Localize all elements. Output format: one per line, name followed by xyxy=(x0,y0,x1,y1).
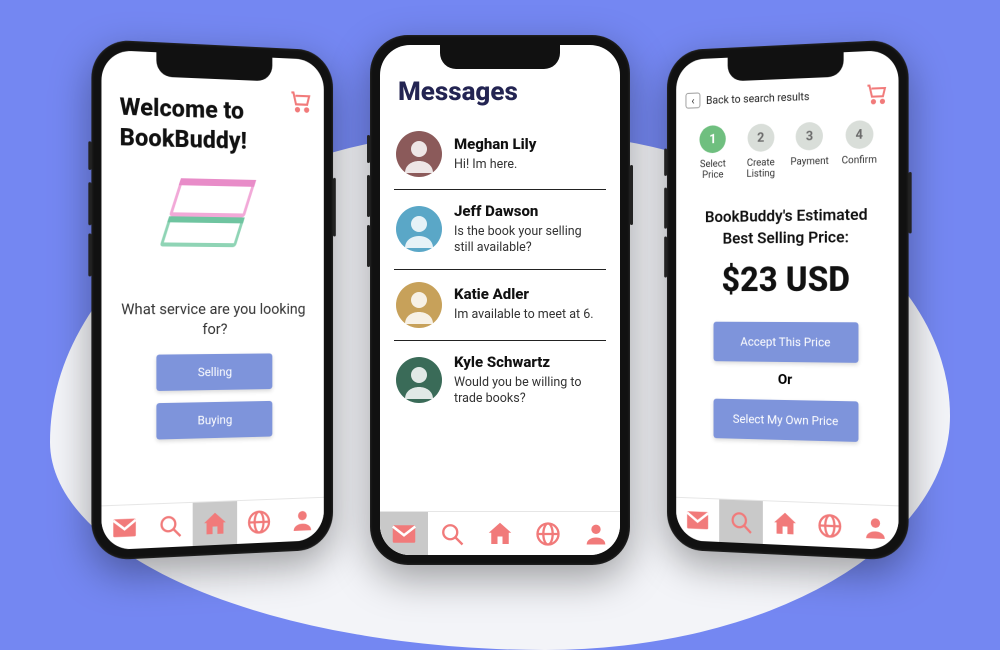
message-thread[interactable]: Meghan Lily Hi! Im here. xyxy=(394,119,606,190)
phone-welcome: Welcome to BookBuddy! xyxy=(91,39,333,561)
avatar xyxy=(396,206,442,252)
thread-preview: Hi! Im here. xyxy=(454,157,536,173)
step-dot: 3 xyxy=(796,122,823,151)
nav-mail[interactable] xyxy=(101,505,147,551)
person-icon xyxy=(582,520,610,548)
nav-home[interactable] xyxy=(763,501,807,546)
price-headline: BookBuddy's Estimated Best Selling Price… xyxy=(697,203,877,250)
thread-name: Kyle Schwartz xyxy=(454,353,604,371)
cart-icon[interactable] xyxy=(288,88,312,115)
step-dot: 2 xyxy=(747,123,774,152)
selling-button[interactable]: Selling xyxy=(156,353,272,391)
nav-search[interactable] xyxy=(719,499,763,544)
avatar xyxy=(396,357,442,403)
step-1[interactable]: 1 Select Price xyxy=(690,125,735,182)
nav-search[interactable] xyxy=(428,512,476,555)
home-icon xyxy=(485,519,515,549)
nav-home[interactable] xyxy=(476,512,524,555)
buying-button[interactable]: Buying xyxy=(156,400,272,439)
step-label: Payment xyxy=(786,156,833,168)
step-label: Select Price xyxy=(690,158,735,181)
bottom-nav xyxy=(101,497,323,551)
nav-person[interactable] xyxy=(572,512,620,555)
step-dot: 4 xyxy=(845,120,873,149)
thread-name: Meghan Lily xyxy=(454,135,536,153)
nav-person[interactable] xyxy=(281,498,324,542)
thread-name: Katie Adler xyxy=(454,285,594,303)
step-dot: 1 xyxy=(700,125,726,153)
messages-list: Meghan Lily Hi! Im here. Jeff Dawson Is … xyxy=(394,119,606,419)
step-4[interactable]: 4 Confirm xyxy=(835,120,883,178)
back-label: Back to search results xyxy=(706,90,809,107)
globe-icon xyxy=(534,520,562,548)
message-thread[interactable]: Kyle Schwartz Would you be willing to tr… xyxy=(394,341,606,420)
nav-mail[interactable] xyxy=(676,498,719,542)
phone-messages: Messages Meghan Lily Hi! Im here. Jeff D… xyxy=(370,35,630,565)
phone-price: ‹ Back to search results 1 Select Price 2 C… xyxy=(667,39,909,561)
search-icon xyxy=(728,507,755,536)
step-3[interactable]: 3 Payment xyxy=(786,121,833,179)
step-label: Confirm xyxy=(835,154,883,166)
chevron-left-icon: ‹ xyxy=(685,92,700,108)
nav-globe[interactable] xyxy=(524,512,572,555)
messages-title: Messages xyxy=(398,77,606,107)
back-link[interactable]: ‹ Back to search results xyxy=(685,88,809,109)
nav-person[interactable] xyxy=(853,505,899,551)
thread-preview: Would you be willing to trade books? xyxy=(454,375,604,408)
bottom-nav xyxy=(676,497,898,551)
thread-name: Jeff Dawson xyxy=(454,202,604,220)
books-illustration xyxy=(116,167,311,280)
estimated-price: $23 USD xyxy=(689,259,884,300)
step-2[interactable]: 2 Create Listing xyxy=(738,123,784,180)
message-thread[interactable]: Jeff Dawson Is the book your selling sti… xyxy=(394,190,606,270)
home-icon xyxy=(200,508,229,539)
service-prompt: What service are you looking for? xyxy=(116,299,311,340)
avatar xyxy=(396,131,442,177)
search-icon xyxy=(156,511,184,540)
home-icon xyxy=(771,508,800,539)
thread-preview: Im available to meet at 6. xyxy=(454,307,594,323)
globe-icon xyxy=(816,511,844,540)
mail-icon xyxy=(684,504,712,535)
mail-icon xyxy=(110,512,140,544)
bottom-nav xyxy=(380,511,620,555)
thread-preview: Is the book your selling still available… xyxy=(454,224,604,257)
person-icon xyxy=(861,513,889,543)
nav-home[interactable] xyxy=(193,501,237,546)
avatar xyxy=(396,282,442,328)
cart-icon[interactable] xyxy=(864,81,888,106)
or-label: Or xyxy=(689,370,884,389)
nav-globe[interactable] xyxy=(807,503,852,548)
globe-icon xyxy=(246,507,273,536)
progress-steps: 1 Select Price 2 Create Listing 3 Payment 4 Con… xyxy=(689,120,884,182)
person-icon xyxy=(289,505,315,534)
nav-globe[interactable] xyxy=(237,499,281,544)
step-label: Create Listing xyxy=(738,157,784,180)
message-thread[interactable]: Katie Adler Im available to meet at 6. xyxy=(394,270,606,341)
nav-search[interactable] xyxy=(147,503,192,548)
accept-price-button[interactable]: Accept This Price xyxy=(714,321,859,362)
search-icon xyxy=(438,520,466,548)
mail-icon xyxy=(389,519,419,549)
select-own-price-button[interactable]: Select My Own Price xyxy=(714,398,859,441)
nav-mail[interactable] xyxy=(380,512,428,555)
welcome-title: Welcome to BookBuddy! xyxy=(120,91,311,157)
